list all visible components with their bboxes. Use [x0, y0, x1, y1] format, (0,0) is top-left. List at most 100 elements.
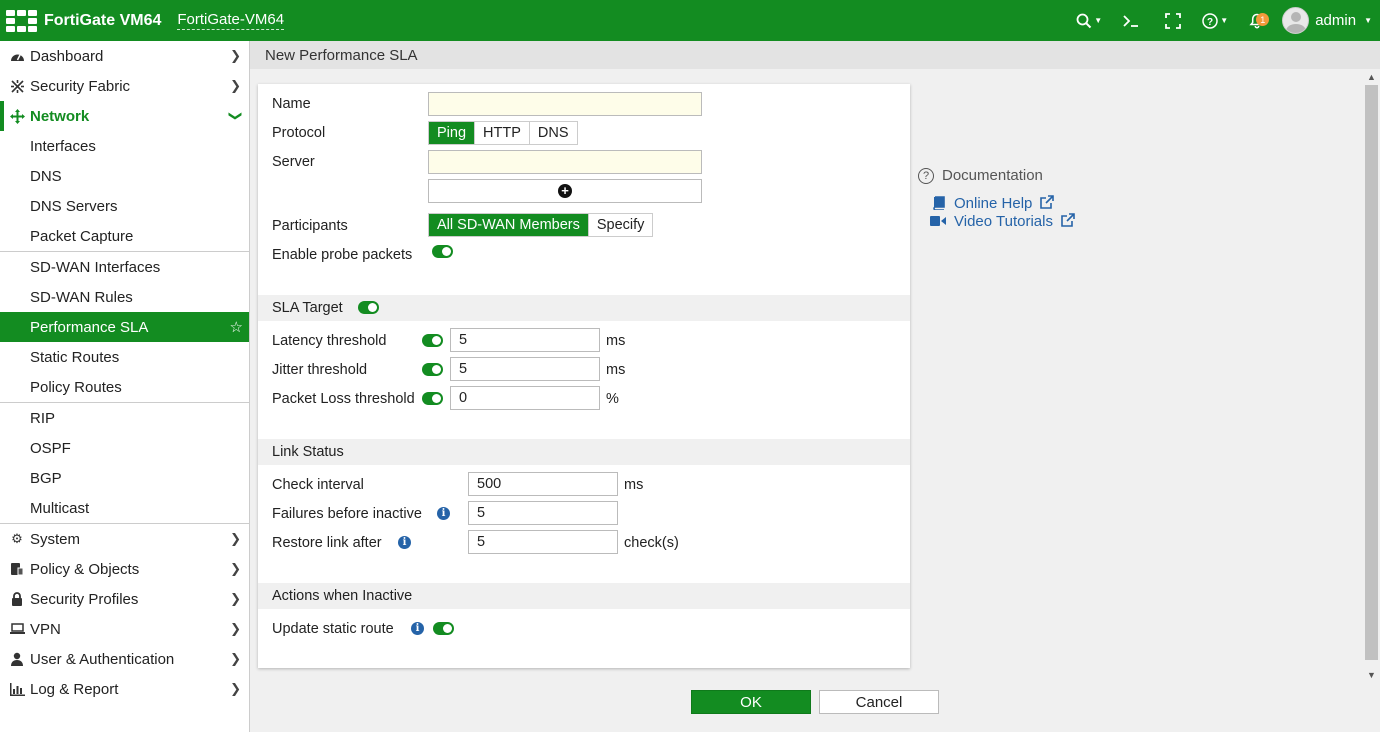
protocol-http-button[interactable]: HTTP: [475, 122, 530, 144]
chevron-down-icon: ▼: [1364, 16, 1372, 25]
sidebar-item-network[interactable]: Network ❯: [0, 101, 249, 131]
sidebar-item-packet-capture[interactable]: Packet Capture: [0, 221, 249, 251]
vertical-scrollbar[interactable]: ▲ ▼: [1363, 69, 1380, 686]
user-menu[interactable]: admin ▼: [1282, 7, 1372, 34]
sidebar-item-label: Packet Capture: [30, 227, 134, 245]
top-bar: FortiGate VM64 FortiGate-VM64 ▼ ? ▼ 1 ad…: [0, 0, 1380, 41]
sidebar-item-bgp[interactable]: BGP: [0, 463, 249, 493]
scroll-down-icon[interactable]: ▼: [1367, 670, 1376, 680]
name-input[interactable]: [428, 92, 702, 116]
update-static-route-toggle[interactable]: [433, 622, 454, 635]
packet-loss-input[interactable]: [450, 386, 600, 410]
restore-label: Restore link after: [272, 535, 382, 551]
sidebar-item-label: Network: [30, 107, 90, 125]
help-button[interactable]: ? ▼: [1194, 0, 1236, 41]
sidebar-item-security-profiles[interactable]: Security Profiles ❯: [0, 584, 249, 614]
sidebar-item-vpn[interactable]: VPN ❯: [0, 614, 249, 644]
sidebar-item-label: SD-WAN Interfaces: [30, 258, 161, 276]
fullscreen-button[interactable]: [1152, 0, 1194, 41]
favorite-star-icon[interactable]: ☆: [230, 318, 243, 336]
actions-header: Actions when Inactive: [258, 583, 910, 609]
video-tutorials-link[interactable]: Video Tutorials: [930, 212, 1075, 230]
info-icon[interactable]: i: [411, 622, 424, 635]
sidebar-item-label: Security Profiles: [30, 590, 139, 608]
sidebar-item-rip[interactable]: RIP: [0, 403, 249, 433]
sidebar: Dashboard ❯ Security Fabric ❯ Network ❯ …: [0, 41, 250, 732]
scrollbar-thumb[interactable]: [1365, 85, 1378, 660]
sidebar-item-dashboard[interactable]: Dashboard ❯: [0, 41, 249, 71]
check-interval-label: Check interval: [272, 477, 364, 493]
sidebar-item-label: Multicast: [30, 499, 90, 517]
add-server-button[interactable]: +: [428, 179, 702, 203]
documentation-title: ? Documentation: [918, 167, 1075, 184]
info-icon[interactable]: i: [437, 507, 450, 520]
jitter-input[interactable]: [450, 357, 600, 381]
terminal-icon: [1123, 14, 1139, 27]
sidebar-item-user-authentication[interactable]: User & Authentication ❯: [0, 644, 249, 674]
cancel-button[interactable]: Cancel: [819, 690, 939, 714]
sidebar-item-policy-objects[interactable]: Policy & Objects ❯: [0, 554, 249, 584]
restore-input[interactable]: [468, 530, 618, 554]
latency-toggle[interactable]: [422, 334, 443, 347]
participants-specify-button[interactable]: Specify: [588, 214, 653, 236]
packet-loss-unit: %: [606, 391, 619, 407]
info-icon[interactable]: i: [398, 536, 411, 549]
sidebar-item-system[interactable]: ⚙ System ❯: [0, 524, 249, 554]
failures-input[interactable]: [468, 501, 618, 525]
sidebar-item-sd-wan-interfaces[interactable]: SD-WAN Interfaces: [0, 252, 249, 282]
chevron-right-icon: ❯: [230, 651, 241, 666]
logo[interactable]: FortiGate VM64: [6, 9, 161, 32]
security-fabric-icon: [8, 79, 26, 94]
sidebar-item-label: Log & Report: [30, 680, 119, 698]
online-help-link[interactable]: Online Help: [930, 194, 1075, 212]
bar-chart-icon: [8, 682, 26, 696]
search-button[interactable]: ▼: [1068, 0, 1110, 41]
question-circle-icon: ?: [918, 167, 934, 184]
chevron-down-icon: ❯: [228, 110, 244, 122]
sidebar-item-label: RIP: [30, 409, 56, 427]
protocol-ping-button[interactable]: Ping: [429, 122, 476, 144]
chevron-right-icon: ❯: [230, 591, 241, 606]
sla-target-toggle[interactable]: [358, 301, 379, 314]
sidebar-item-multicast[interactable]: Multicast: [0, 493, 249, 523]
sidebar-item-label: VPN: [30, 620, 61, 638]
sidebar-item-label: Interfaces: [30, 137, 96, 155]
scroll-up-icon[interactable]: ▲: [1367, 72, 1376, 82]
participants-all-button[interactable]: All SD-WAN Members: [429, 214, 589, 236]
packet-loss-toggle[interactable]: [422, 392, 443, 405]
sidebar-item-static-routes[interactable]: Static Routes: [0, 342, 249, 372]
participants-selector: All SD-WAN Members Specify: [428, 213, 654, 237]
sidebar-item-label: User & Authentication: [30, 650, 175, 668]
check-interval-input[interactable]: [468, 472, 618, 496]
hostname-link[interactable]: FortiGate-VM64: [177, 11, 285, 30]
page-title: New Performance SLA: [265, 46, 418, 64]
sidebar-item-dns-servers[interactable]: DNS Servers: [0, 191, 249, 221]
check-interval-unit: ms: [624, 477, 644, 493]
actions-label: Actions when Inactive: [272, 588, 413, 604]
svg-text:?: ?: [1207, 17, 1213, 28]
notifications-button[interactable]: 1: [1236, 0, 1278, 41]
protocol-dns-button[interactable]: DNS: [529, 122, 577, 144]
sidebar-item-interfaces[interactable]: Interfaces: [0, 131, 249, 161]
video-tutorials-label: Video Tutorials: [954, 212, 1053, 230]
name-label: Name: [272, 96, 311, 112]
sidebar-item-dns[interactable]: DNS: [0, 161, 249, 191]
sidebar-item-label: Policy Routes: [30, 378, 122, 396]
chevron-down-icon: ▼: [1220, 16, 1229, 25]
jitter-label: Jitter threshold: [272, 362, 368, 378]
ok-button[interactable]: OK: [691, 690, 811, 714]
sla-target-header: SLA Target: [258, 295, 910, 321]
probe-packets-toggle[interactable]: [432, 245, 453, 258]
policy-icon: [8, 562, 26, 576]
sidebar-item-security-fabric[interactable]: Security Fabric ❯: [0, 71, 249, 101]
sidebar-item-ospf[interactable]: OSPF: [0, 433, 249, 463]
sidebar-item-log-report[interactable]: Log & Report ❯: [0, 674, 249, 704]
sidebar-item-performance-sla[interactable]: Performance SLA ☆: [0, 312, 249, 342]
sidebar-item-policy-routes[interactable]: Policy Routes: [0, 372, 249, 402]
cli-console-button[interactable]: [1110, 0, 1152, 41]
jitter-toggle[interactable]: [422, 363, 443, 376]
sidebar-item-sd-wan-rules[interactable]: SD-WAN Rules: [0, 282, 249, 312]
server-input[interactable]: [428, 150, 702, 174]
gear-icon: ⚙: [11, 531, 23, 546]
latency-input[interactable]: [450, 328, 600, 352]
